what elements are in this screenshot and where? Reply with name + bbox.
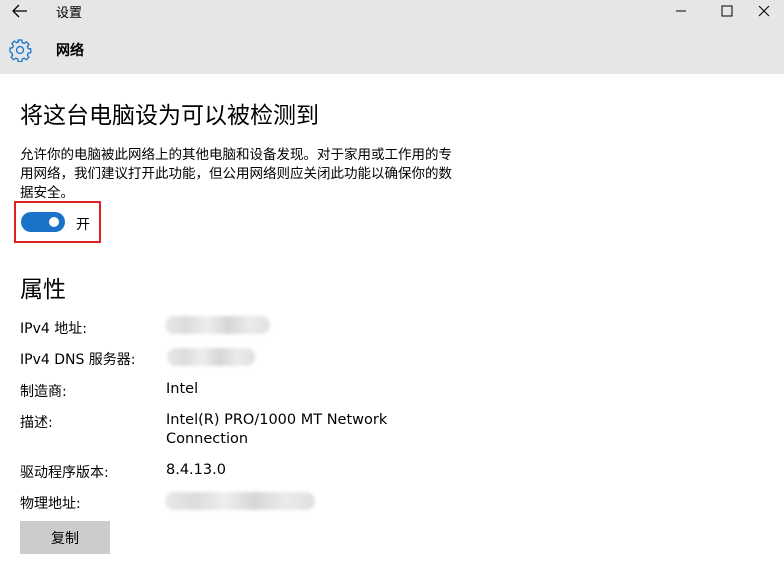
description-label: 描述:: [20, 415, 53, 431]
gear-icon: [9, 39, 32, 62]
minimize-button[interactable]: [658, 0, 704, 22]
page-title: 网络: [56, 43, 84, 59]
properties-heading: 属性: [20, 277, 66, 303]
minimize-icon: [676, 10, 686, 12]
ipv4-dns-label: IPv4 DNS 服务器:: [20, 352, 136, 368]
ipv4-address-value-redacted: [165, 316, 270, 334]
description-value: Intel(R) PRO/1000 MT Network Connection: [166, 412, 388, 447]
discoverable-toggle[interactable]: [21, 212, 65, 232]
title-bar: 设置: [0, 0, 784, 26]
discoverable-heading: 将这台电脑设为可以被检测到: [20, 103, 319, 129]
physical-address-label: 物理地址:: [20, 496, 81, 512]
maximize-icon: [721, 5, 733, 17]
driver-version-value: 8.4.13.0: [166, 462, 226, 478]
close-icon: [758, 5, 770, 17]
ipv4-address-label: IPv4 地址:: [20, 321, 87, 337]
ipv4-dns-value-redacted: [167, 348, 255, 366]
toggle-knob: [49, 217, 59, 227]
toggle-state-label: 开: [76, 217, 90, 233]
toggle-highlight-box: 开: [14, 201, 101, 243]
discoverable-description: 允许你的电脑被此网络上的其他电脑和设备发现。对于家用或工作用的专用网络，我们建议…: [20, 147, 452, 201]
copy-button[interactable]: 复制: [20, 521, 110, 554]
close-button[interactable]: [744, 0, 784, 22]
back-button[interactable]: [8, 0, 32, 22]
driver-version-label: 驱动程序版本:: [20, 465, 109, 481]
manufacturer-value: Intel: [166, 381, 199, 397]
manufacturer-label: 制造商:: [20, 384, 67, 400]
page-header: 网络: [0, 26, 784, 74]
app-title: 设置: [56, 6, 83, 21]
physical-address-value-redacted: [165, 492, 315, 510]
back-arrow-icon: [12, 4, 27, 18]
